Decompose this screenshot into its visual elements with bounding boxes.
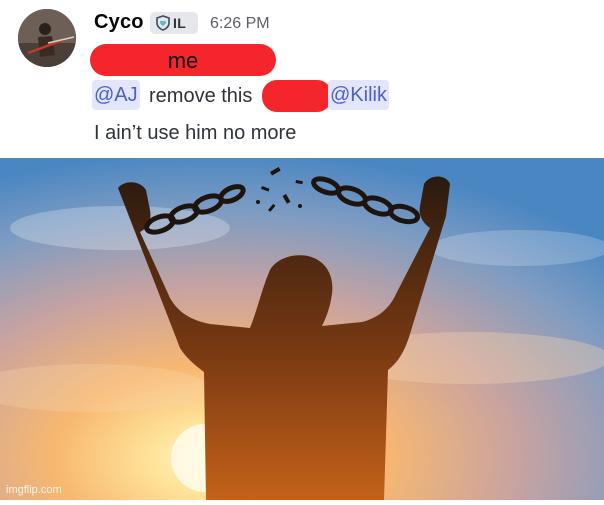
message-text-line3: I ain’t use him no more: [94, 122, 297, 144]
timestamp: 6:26 PM: [210, 15, 270, 32]
message-text-line2: remove this: [149, 85, 253, 107]
redaction-blob: [262, 80, 332, 112]
username[interactable]: Cyco: [94, 11, 144, 34]
redaction-label: me: [167, 48, 199, 73]
mention-kilik[interactable]: @Kilik: [328, 80, 389, 110]
heart-shield-icon: [156, 15, 170, 31]
server-tag[interactable]: IL: [150, 12, 198, 34]
broken-chains-silhouette-icon: [0, 158, 604, 500]
avatar-figure-icon: [18, 9, 76, 67]
mention-aj[interactable]: @AJ: [92, 80, 140, 110]
watermark: imgflip.com: [6, 484, 62, 496]
chat-message: Cyco IL 6:26 PM me @AJ remove this @Kili…: [0, 0, 604, 158]
avatar[interactable]: [18, 9, 76, 67]
server-tag-text: IL: [173, 15, 187, 31]
attached-image[interactable]: [0, 158, 604, 500]
